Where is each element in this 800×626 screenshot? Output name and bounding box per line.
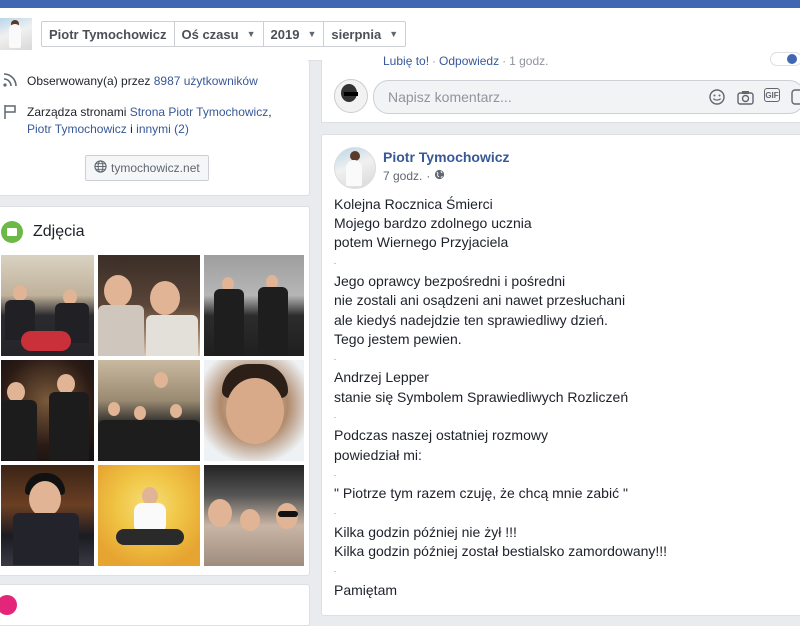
post-text-line: Kolejna Rocznica Śmierci (334, 196, 493, 212)
post-text-line: Kilka godzin później nie żył !!! (334, 523, 517, 540)
post-text-line: " Piotrze tym razem czuję, że chcą mnie … (334, 485, 628, 502)
photos-icon (1, 221, 23, 243)
section-icon (0, 595, 17, 615)
post-separator-dot: . (334, 567, 336, 575)
post-meta: 7 godz. · (383, 169, 445, 183)
photo-thumbnail[interactable] (1, 360, 94, 461)
globe-icon (94, 160, 107, 176)
managed-pages-others-link[interactable]: innymi (2) (136, 122, 189, 136)
manages-text: Zarządza stronami Strona Piotr Tymochowi… (27, 104, 297, 138)
post-author-avatar[interactable] (334, 147, 376, 189)
comment-input-icons: GIF (708, 88, 800, 106)
next-section-card (0, 584, 310, 626)
crumb-month-label: sierpnia (331, 26, 382, 42)
post-separator-dot: . (334, 258, 336, 266)
comment-timestamp[interactable]: 1 godz. (509, 54, 548, 68)
like-comment-link[interactable]: Lubię to! (383, 54, 429, 68)
post-text-line: ale kiedyś nadejdzie ten sprawiedliwy dz… (334, 311, 608, 328)
post-text-line: Mojego bardzo zdolnego ucznia (334, 215, 532, 232)
photo-thumbnail[interactable] (204, 360, 304, 461)
flag-icon (1, 104, 19, 138)
post-author-name[interactable]: Piotr Tymochowicz (383, 149, 510, 165)
crumb-profile-name-label: Piotr Tymochowicz (49, 26, 167, 42)
crumb-year-label: 2019 (270, 26, 300, 42)
photo-thumbnail[interactable] (98, 360, 200, 461)
comment-input-box[interactable]: GIF (373, 80, 800, 114)
post-text: Kolejna Rocznica Śmierci Mojego bardzo zd… (334, 195, 794, 600)
crumb-month[interactable]: sierpnia ▼ (324, 22, 405, 46)
photo-thumbnail[interactable] (1, 255, 94, 356)
manages-comma: , (268, 105, 272, 119)
camera-icon[interactable] (736, 88, 754, 106)
followers-link[interactable]: 8987 użytkowników (154, 74, 258, 88)
chevron-down-icon: ▼ (246, 29, 256, 39)
post-text-line: nie zostali ani osądzeni ani nawet przes… (334, 292, 626, 309)
photos-grid (1, 255, 304, 566)
separator-dot: · (426, 169, 431, 183)
photo-thumbnail[interactable] (98, 465, 200, 566)
intro-card: Obserwowany(a) przez 8987 użytkowników Z… (0, 60, 310, 196)
followers-prefix: Obserwowany(a) przez (27, 74, 154, 88)
previous-post-comment-area: Lubię to!·Odpowiedz·1 godz. GIF (321, 52, 800, 123)
post-text-line: Podczas naszej ostatniej rozmowy (334, 427, 548, 444)
public-audience-icon[interactable] (434, 169, 445, 183)
photo-thumbnail[interactable] (204, 465, 304, 566)
post-text-line: powiedział mi: (334, 446, 422, 463)
profile-thumbnail[interactable] (0, 18, 32, 50)
reply-comment-link[interactable]: Odpowiedz (439, 54, 499, 68)
manages-pages-row: Zarządza stronami Strona Piotr Tymochowi… (1, 104, 297, 138)
post-separator-dot: . (334, 509, 336, 517)
crumb-profile-name[interactable]: Piotr Tymochowicz (42, 22, 175, 46)
post-separator-dot: . (334, 354, 336, 362)
post-text-line: Jego oprawcy bezpośredni i pośredni (334, 273, 566, 290)
gif-icon[interactable]: GIF (764, 88, 780, 102)
reaction-badge[interactable] (770, 52, 800, 66)
post-separator-dot: . (334, 412, 336, 420)
commenter-avatar[interactable] (334, 79, 368, 113)
managed-page-link-2[interactable]: Piotr Tymochowicz (27, 122, 127, 136)
timeline-breadcrumb: Piotr Tymochowicz Oś czasu ▼ 2019 ▼ sierpn… (41, 21, 407, 47)
post-text-line: potem Wiernego Przyjaciela (334, 234, 509, 251)
profile-thumbnail-figure (9, 24, 21, 48)
photos-card: Zdjęcia (0, 206, 310, 576)
post-text-line: stanie się Symbolem Sprawiedliwych Rozli… (334, 388, 629, 405)
crumb-year[interactable]: 2019 ▼ (264, 22, 325, 46)
post-timestamp[interactable]: 7 godz. (383, 169, 422, 183)
manages-prefix: Zarządza stronami (27, 105, 130, 119)
comment-actions: Lubię to! · Odpowiedz · 1 godz. (383, 54, 548, 68)
emoji-icon[interactable] (708, 88, 726, 106)
photo-thumbnail[interactable] (98, 255, 200, 356)
crumb-timeline-label: Oś czasu (181, 26, 239, 42)
photos-title[interactable]: Zdjęcia (33, 223, 85, 241)
chevron-down-icon: ▼ (307, 29, 317, 39)
post-separator-dot: . (334, 470, 336, 478)
managed-page-link-1[interactable]: Strona Piotr Tymochowicz (130, 105, 269, 119)
post-text-line: Andrzej Lepper (334, 369, 429, 386)
comment-input[interactable] (386, 88, 690, 106)
post-text-line: Tego jestem pewien. (334, 330, 462, 347)
separator-dot: · (432, 54, 437, 68)
crumb-timeline[interactable]: Oś czasu ▼ (175, 22, 264, 46)
sticker-icon[interactable] (790, 88, 800, 106)
chevron-down-icon: ▼ (389, 29, 399, 39)
post-text-line: Kilka godzin później został bestialsko z… (334, 543, 668, 560)
timeline-post: Piotr Tymochowicz 7 godz. · Kolejna Rocz… (321, 134, 800, 616)
photo-thumbnail[interactable] (1, 465, 94, 566)
website-button[interactable]: tymochowicz.net (85, 155, 209, 181)
manages-and: i (126, 122, 137, 136)
followers-text: Obserwowany(a) przez 8987 użytkowników (27, 73, 258, 91)
photo-thumbnail[interactable] (204, 255, 304, 356)
top-navigation-strip (0, 0, 800, 8)
post-text-line: Pamiętam (334, 581, 398, 598)
rss-follow-icon (1, 73, 19, 91)
followers-row: Obserwowany(a) przez 8987 użytkowników (1, 73, 258, 91)
separator-dot: · (502, 54, 507, 68)
photos-header: Zdjęcia (0, 221, 85, 243)
website-label: tymochowicz.net (111, 161, 200, 175)
